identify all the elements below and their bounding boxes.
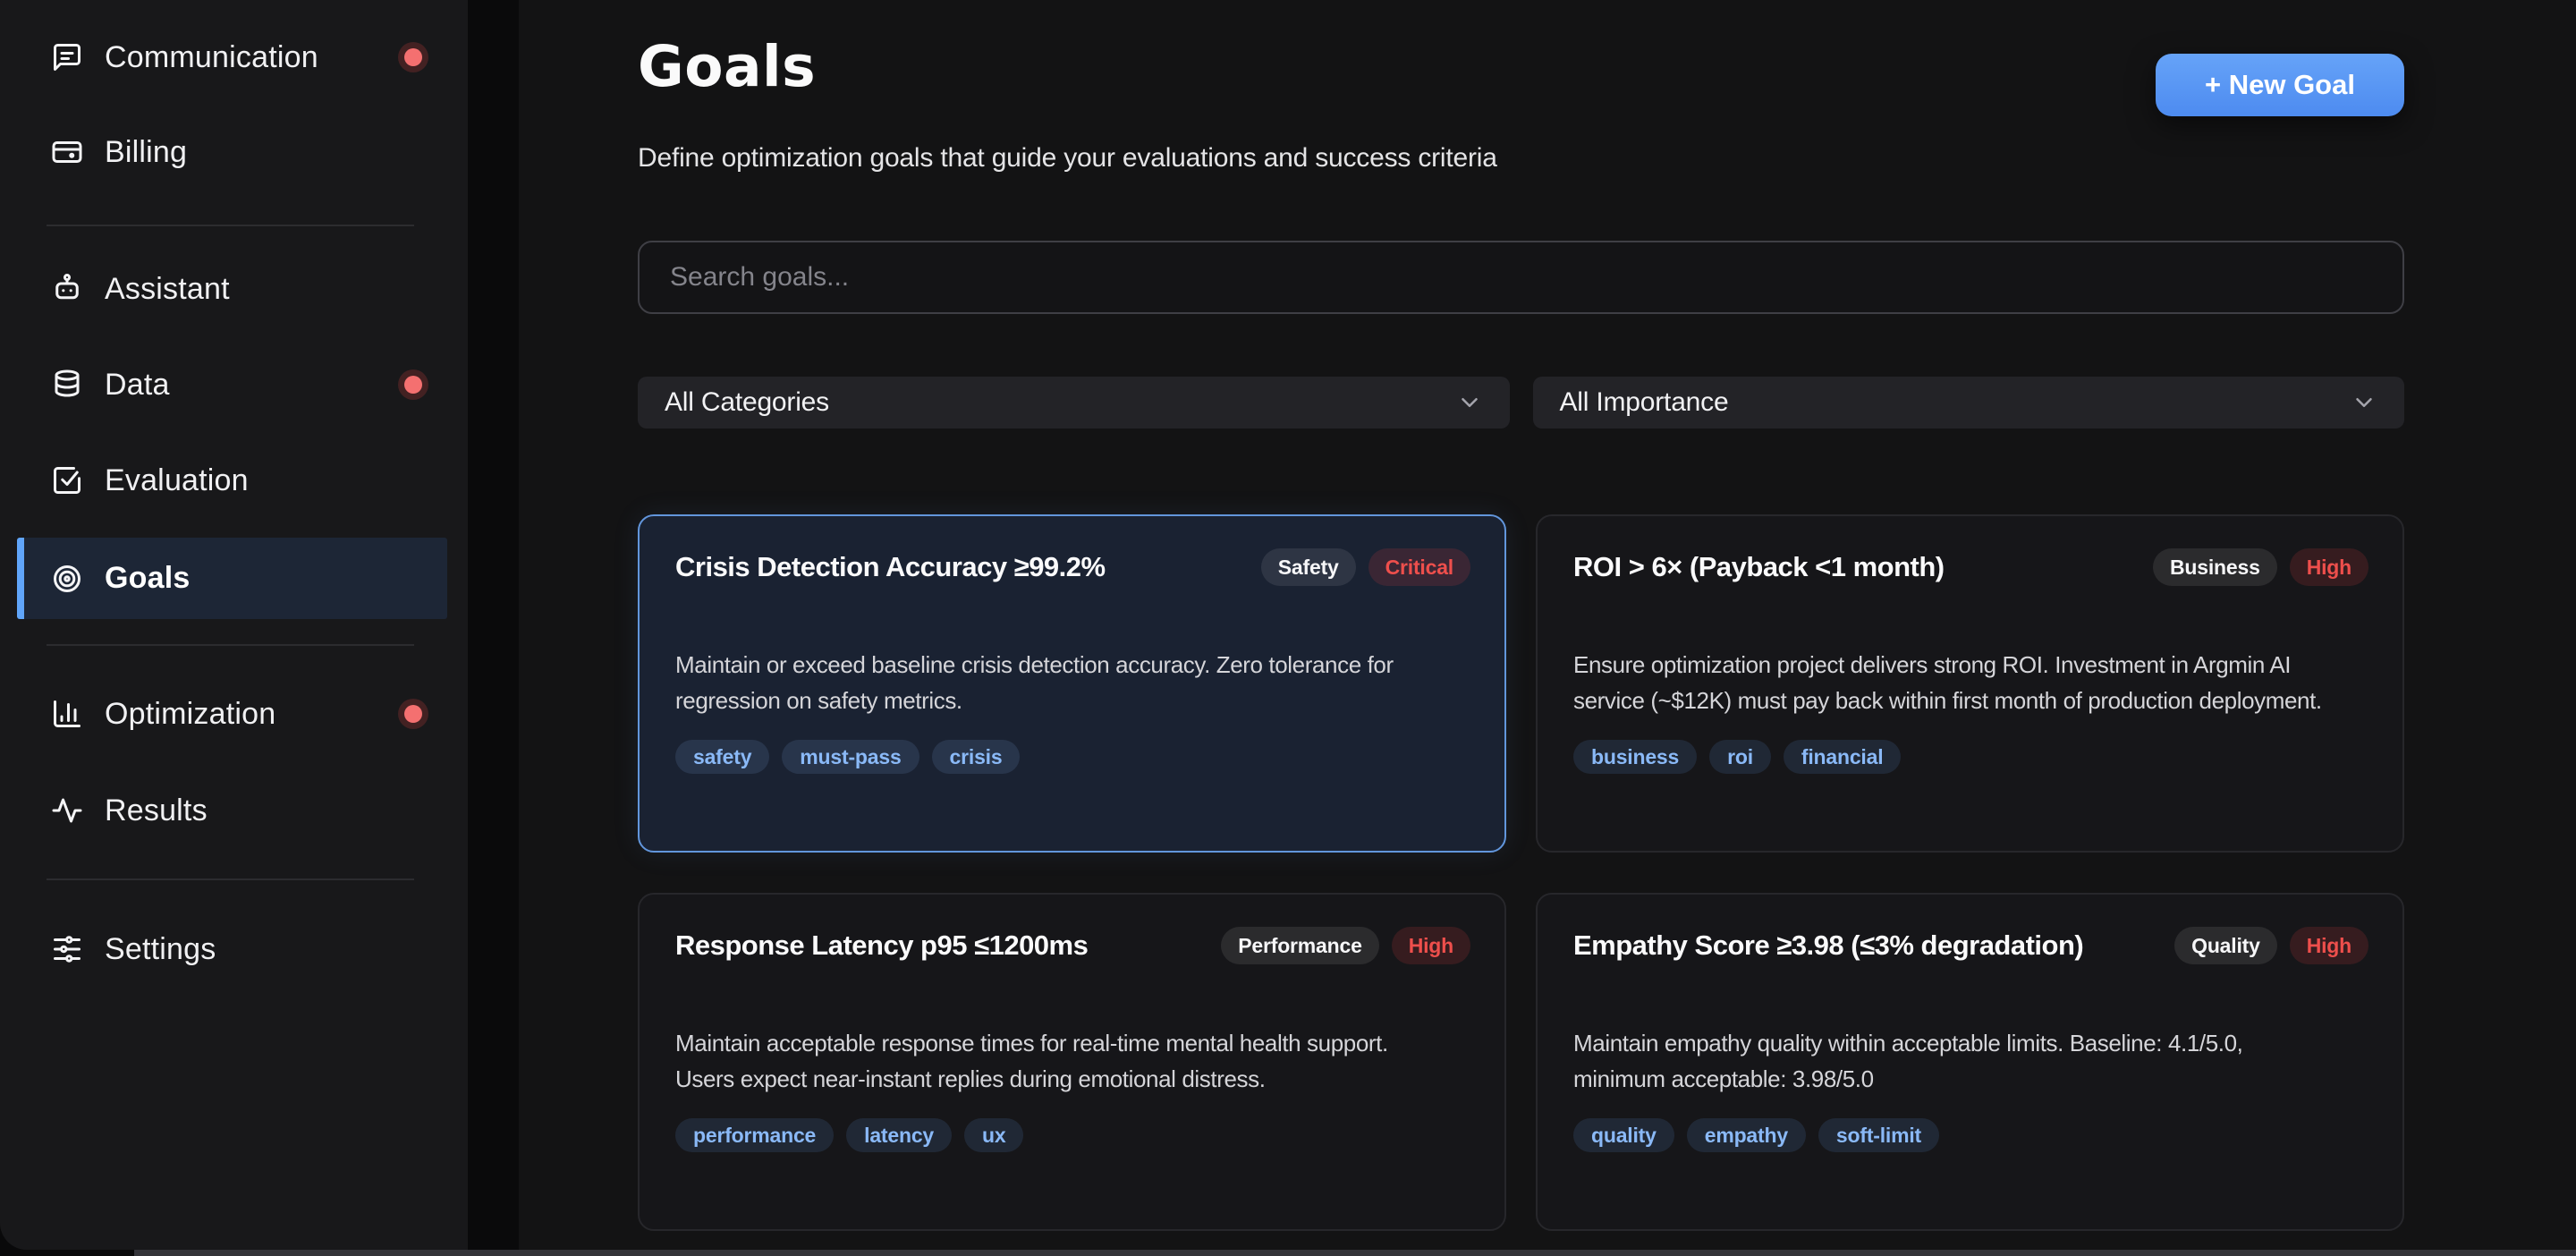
tag-pill: quality: [1573, 1118, 1674, 1152]
sidebar-content-gap: [468, 0, 519, 1250]
goal-description: Ensure optimization project delivers str…: [1573, 647, 2386, 718]
goal-tags: business roi financial: [1573, 740, 2368, 774]
goal-title: Crisis Detection Accuracy ≥99.2%: [675, 551, 1243, 583]
credit-card-icon: [51, 136, 83, 168]
tag-pill: business: [1573, 740, 1697, 774]
sidebar: Communication Billing Assistant: [0, 0, 468, 1250]
goal-description: Maintain empathy quality within acceptab…: [1573, 1025, 2386, 1097]
bar-chart-icon: [51, 698, 83, 730]
importance-filter-value: All Importance: [1560, 387, 1729, 418]
notification-dot: [398, 369, 428, 400]
category-badge: Safety: [1261, 548, 1356, 586]
sidebar-item-data[interactable]: Data: [17, 356, 447, 413]
main-content: Goals Define optimization goals that gui…: [638, 0, 2404, 1250]
tag-pill: crisis: [932, 740, 1021, 774]
page-title: Goals: [638, 34, 816, 99]
sidebar-item-results[interactable]: Results: [17, 782, 447, 839]
sidebar-divider: [47, 644, 414, 646]
sliders-icon: [51, 933, 83, 965]
goal-tags: safety must-pass crisis: [675, 740, 1470, 774]
sidebar-item-goals[interactable]: Goals: [17, 538, 447, 619]
sidebar-item-optimization[interactable]: Optimization: [17, 685, 447, 743]
sidebar-item-communication[interactable]: Communication: [17, 29, 447, 86]
goal-tags: quality empathy soft-limit: [1573, 1118, 2368, 1152]
sidebar-item-label: Goals: [105, 561, 190, 596]
goal-description: Maintain acceptable response times for r…: [675, 1025, 1488, 1097]
goal-card-empathy-score[interactable]: Empathy Score ≥3.98 (≤3% degradation) Qu…: [1536, 893, 2404, 1231]
importance-badge: High: [2290, 927, 2368, 964]
bot-icon: [51, 273, 83, 305]
goal-card-response-latency[interactable]: Response Latency p95 ≤1200ms Performance…: [638, 893, 1506, 1231]
tag-pill: safety: [675, 740, 769, 774]
filter-bar: All Categories All Importance: [638, 377, 2404, 429]
importance-badge: Critical: [1368, 548, 1470, 586]
sidebar-divider: [47, 225, 414, 226]
goal-card-grid: Crisis Detection Accuracy ≥99.2% Safety …: [638, 514, 2404, 1231]
goal-title: ROI > 6× (Payback <1 month): [1573, 551, 2135, 583]
importance-filter-select[interactable]: All Importance: [1533, 377, 2405, 429]
window-bottom-edge: [134, 1250, 2576, 1256]
sidebar-item-label: Billing: [105, 135, 187, 170]
category-filter-select[interactable]: All Categories: [638, 377, 1510, 429]
sidebar-item-billing[interactable]: Billing: [17, 123, 447, 181]
new-goal-button[interactable]: + New Goal: [2156, 54, 2404, 116]
sidebar-item-label: Assistant: [105, 272, 230, 307]
tag-pill: latency: [846, 1118, 952, 1152]
goal-card-roi[interactable]: ROI > 6× (Payback <1 month) Business Hig…: [1536, 514, 2404, 853]
app-window: Communication Billing Assistant: [0, 0, 2576, 1250]
goal-title: Response Latency p95 ≤1200ms: [675, 929, 1203, 962]
sidebar-item-label: Data: [105, 368, 170, 403]
category-badge: Business: [2153, 548, 2277, 586]
notification-dot: [398, 699, 428, 729]
sidebar-item-label: Evaluation: [105, 463, 249, 498]
sidebar-item-assistant[interactable]: Assistant: [17, 260, 447, 318]
importance-badge: High: [2290, 548, 2368, 586]
notification-dot: [398, 42, 428, 72]
importance-badge: High: [1392, 927, 1470, 964]
database-icon: [51, 369, 83, 401]
check-square-icon: [51, 464, 83, 496]
tag-pill: financial: [1784, 740, 1902, 774]
sidebar-item-label: Optimization: [105, 697, 275, 732]
tag-pill: performance: [675, 1118, 834, 1152]
sidebar-item-label: Settings: [105, 932, 216, 967]
search-input[interactable]: [638, 241, 2404, 314]
message-square-icon: [51, 41, 83, 73]
sidebar-item-evaluation[interactable]: Evaluation: [17, 452, 447, 509]
chevron-down-icon: [2351, 389, 2377, 416]
category-badge: Quality: [2174, 927, 2277, 964]
goal-title: Empathy Score ≥3.98 (≤3% degradation): [1573, 929, 2157, 962]
goal-tags: performance latency ux: [675, 1118, 1470, 1152]
goal-card-crisis-detection[interactable]: Crisis Detection Accuracy ≥99.2% Safety …: [638, 514, 1506, 853]
chevron-down-icon: [1456, 389, 1483, 416]
sidebar-divider: [47, 878, 414, 880]
sidebar-item-label: Communication: [105, 40, 318, 75]
tag-pill: ux: [964, 1118, 1023, 1152]
sidebar-item-label: Results: [105, 793, 208, 828]
goal-description: Maintain or exceed baseline crisis detec…: [675, 647, 1488, 718]
target-icon: [51, 563, 83, 595]
page-subtitle: Define optimization goals that guide you…: [638, 143, 1497, 174]
tag-pill: soft-limit: [1818, 1118, 1939, 1152]
tag-pill: empathy: [1687, 1118, 1806, 1152]
tag-pill: roi: [1709, 740, 1771, 774]
category-filter-value: All Categories: [665, 387, 829, 418]
tag-pill: must-pass: [782, 740, 919, 774]
activity-icon: [51, 794, 83, 827]
sidebar-item-settings[interactable]: Settings: [17, 921, 447, 978]
category-badge: Performance: [1221, 927, 1378, 964]
